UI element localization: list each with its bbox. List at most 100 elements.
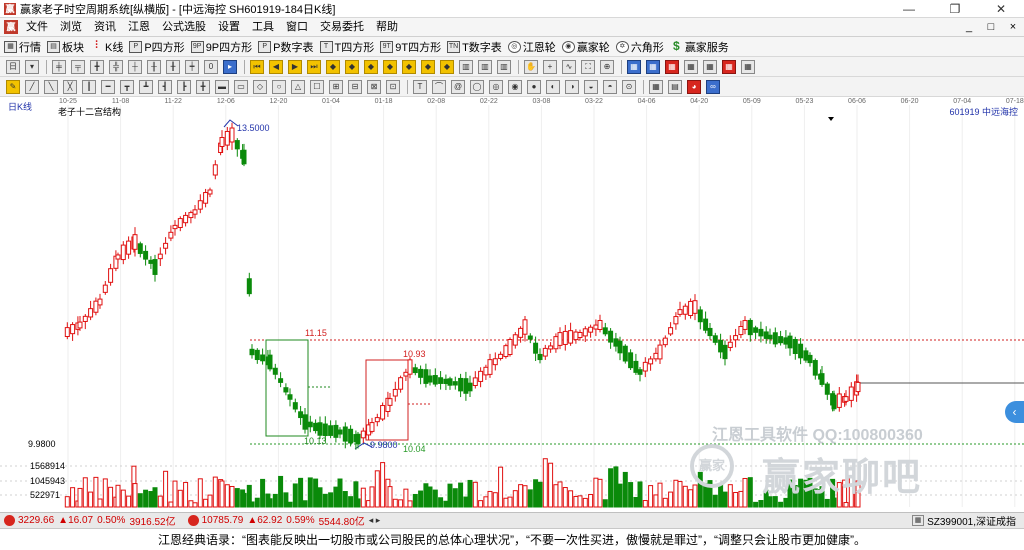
line-tool-17-icon[interactable]: ⊞ — [329, 79, 343, 94]
restore-button[interactable]: ❐ — [932, 0, 978, 18]
menu-logo-icon[interactable]: 赢 — [4, 20, 18, 34]
tool-line-icon[interactable]: ╪ — [52, 59, 66, 74]
circle-tool-1-icon[interactable]: ◯ — [470, 79, 484, 94]
tool-box-2-icon[interactable]: ▥ — [478, 59, 492, 74]
mdi-restore-button[interactable]: □ — [980, 21, 1002, 33]
diamond-6-icon[interactable]: ◆ — [421, 59, 435, 74]
line-tool-12-icon[interactable]: ▭ — [234, 79, 248, 94]
pen-icon[interactable]: ✎ — [6, 79, 20, 94]
minimize-button[interactable]: — — [886, 0, 932, 18]
circle-tool-8-icon[interactable]: ◓ — [603, 79, 617, 94]
menu-help[interactable]: 帮助 — [370, 18, 404, 37]
line-tool-11-icon[interactable]: ▬ — [215, 79, 229, 94]
line-tool-20-icon[interactable]: ⊡ — [386, 79, 400, 94]
crosshair-icon[interactable]: + — [543, 59, 557, 74]
next-frame-icon[interactable]: ▶ — [288, 59, 302, 74]
tool-parallel-icon[interactable]: ╂ — [166, 59, 180, 74]
menu-file[interactable]: 文件 — [20, 18, 54, 37]
tool-ray-icon[interactable]: ┼ — [128, 59, 142, 74]
menu-formula-select[interactable]: 公式选股 — [156, 18, 212, 37]
wave-icon[interactable]: ∿ — [562, 59, 576, 74]
line-tool-19-icon[interactable]: ⊠ — [367, 79, 381, 94]
view-6-icon[interactable]: ▦ — [722, 59, 736, 74]
view-7-icon[interactable]: ▦ — [741, 59, 755, 74]
line-tool-13-icon[interactable]: ◇ — [253, 79, 267, 94]
view-2-icon[interactable]: ▦ — [646, 59, 660, 74]
tool-box-1-icon[interactable]: ▥ — [459, 59, 473, 74]
quotes-button[interactable]: ▦ 行情 — [4, 39, 41, 55]
circle-tool-5-icon[interactable]: ◐ — [546, 79, 560, 94]
expand-panel-button[interactable]: ‹ — [1005, 401, 1024, 423]
dropdown-arrow-icon[interactable] — [828, 117, 834, 121]
zoom-icon[interactable]: ⊕ — [600, 59, 614, 74]
menu-browse[interactable]: 浏览 — [54, 18, 88, 37]
t-square-button[interactable]: T T四方形 — [319, 39, 374, 55]
line-tool-2-icon[interactable]: ╲ — [44, 79, 58, 94]
line-tool-15-icon[interactable]: △ — [291, 79, 305, 94]
first-frame-icon[interactable]: ⏮ — [250, 59, 264, 74]
table-tool-icon[interactable]: ▤ — [668, 79, 682, 94]
line-tool-4-icon[interactable]: ┃ — [82, 79, 96, 94]
p-table-button[interactable]: P P数字表 — [258, 39, 314, 55]
text-tool-icon[interactable]: T — [413, 79, 427, 94]
close-button[interactable]: ✕ — [978, 0, 1024, 18]
line-tool-10-icon[interactable]: ╋ — [196, 79, 210, 94]
dropdown-icon[interactable]: ▾ — [25, 59, 39, 74]
tool-box-3-icon[interactable]: ▥ — [497, 59, 511, 74]
last-frame-icon[interactable]: ⏭ — [307, 59, 321, 74]
index-name[interactable]: SZ399001,深证成指 — [927, 513, 1016, 528]
arc-tool-icon[interactable]: ⌒ — [432, 79, 446, 94]
winner-service-button[interactable]: $ 赢家服务 — [670, 39, 729, 55]
hand-icon[interactable]: ✋ — [524, 59, 538, 74]
circle-tool-7-icon[interactable]: ◒ — [584, 79, 598, 94]
line-tool-6-icon[interactable]: ┳ — [120, 79, 134, 94]
line-tool-8-icon[interactable]: ┫ — [158, 79, 172, 94]
circle-tool-4-icon[interactable]: ● — [527, 79, 541, 94]
menu-window[interactable]: 窗口 — [280, 18, 314, 37]
menu-settings[interactable]: 设置 — [212, 18, 246, 37]
menu-info[interactable]: 资讯 — [88, 18, 122, 37]
tool-grid-icon[interactable]: ╬ — [109, 59, 123, 74]
period-select-icon[interactable]: 日 — [6, 59, 20, 74]
9t-square-button[interactable]: 9T 9T四方形 — [380, 39, 441, 55]
grid-tool-icon[interactable]: ▦ — [649, 79, 663, 94]
view-4-icon[interactable]: ▦ — [684, 59, 698, 74]
infinity-tool-icon[interactable]: ∞ — [706, 79, 720, 94]
view-3-icon[interactable]: ▦ — [665, 59, 679, 74]
gann-wheel-button[interactable]: ◎ 江恩轮 — [507, 39, 556, 55]
spiral-tool-icon[interactable]: @ — [451, 79, 465, 94]
circle-tool-3-icon[interactable]: ◉ — [508, 79, 522, 94]
sectors-button[interactable]: ▤ 板块 — [47, 39, 84, 55]
line-tool-18-icon[interactable]: ⊟ — [348, 79, 362, 94]
menu-trade[interactable]: 交易委托 — [314, 18, 370, 37]
t-table-button[interactable]: TN T数字表 — [447, 39, 502, 55]
view-5-icon[interactable]: ▦ — [703, 59, 717, 74]
line-tool-1-icon[interactable]: ╱ — [25, 79, 39, 94]
line-tool-7-icon[interactable]: ┻ — [139, 79, 153, 94]
tool-segment-icon[interactable]: ┿ — [185, 59, 199, 74]
line-tool-3-icon[interactable]: ╳ — [63, 79, 77, 94]
view-1-icon[interactable]: ▦ — [627, 59, 641, 74]
hexagon-button[interactable]: ✡ 六角形 — [615, 39, 664, 55]
globe-tool-icon[interactable]: ◕ — [687, 79, 701, 94]
tool-next-icon[interactable]: ▸ — [223, 59, 237, 74]
gift-icon[interactable]: ⛶ — [581, 59, 595, 74]
menu-gann[interactable]: 江恩 — [122, 18, 156, 37]
diamond-2-icon[interactable]: ◆ — [345, 59, 359, 74]
mdi-close-button[interactable]: × — [1002, 21, 1024, 33]
scroll-arrows[interactable]: ◂ ▸ — [369, 515, 381, 526]
line-tool-9-icon[interactable]: ┣ — [177, 79, 191, 94]
diamond-3-icon[interactable]: ◆ — [364, 59, 378, 74]
prev-frame-icon[interactable]: ◀ — [269, 59, 283, 74]
diamond-5-icon[interactable]: ◆ — [402, 59, 416, 74]
line-tool-14-icon[interactable]: ○ — [272, 79, 286, 94]
mdi-minimize-button[interactable]: _ — [958, 21, 980, 33]
tool-channel-icon[interactable]: ╫ — [147, 59, 161, 74]
tool-zero-icon[interactable]: 0 — [204, 59, 218, 74]
circle-tool-2-icon[interactable]: ◎ — [489, 79, 503, 94]
circle-tool-6-icon[interactable]: ◑ — [565, 79, 579, 94]
tool-cross-icon[interactable]: ╋ — [90, 59, 104, 74]
p-square-button[interactable]: P P四方形 — [129, 39, 185, 55]
winner-wheel-button[interactable]: ◉ 赢家轮 — [561, 39, 610, 55]
line-tool-5-icon[interactable]: ━ — [101, 79, 115, 94]
